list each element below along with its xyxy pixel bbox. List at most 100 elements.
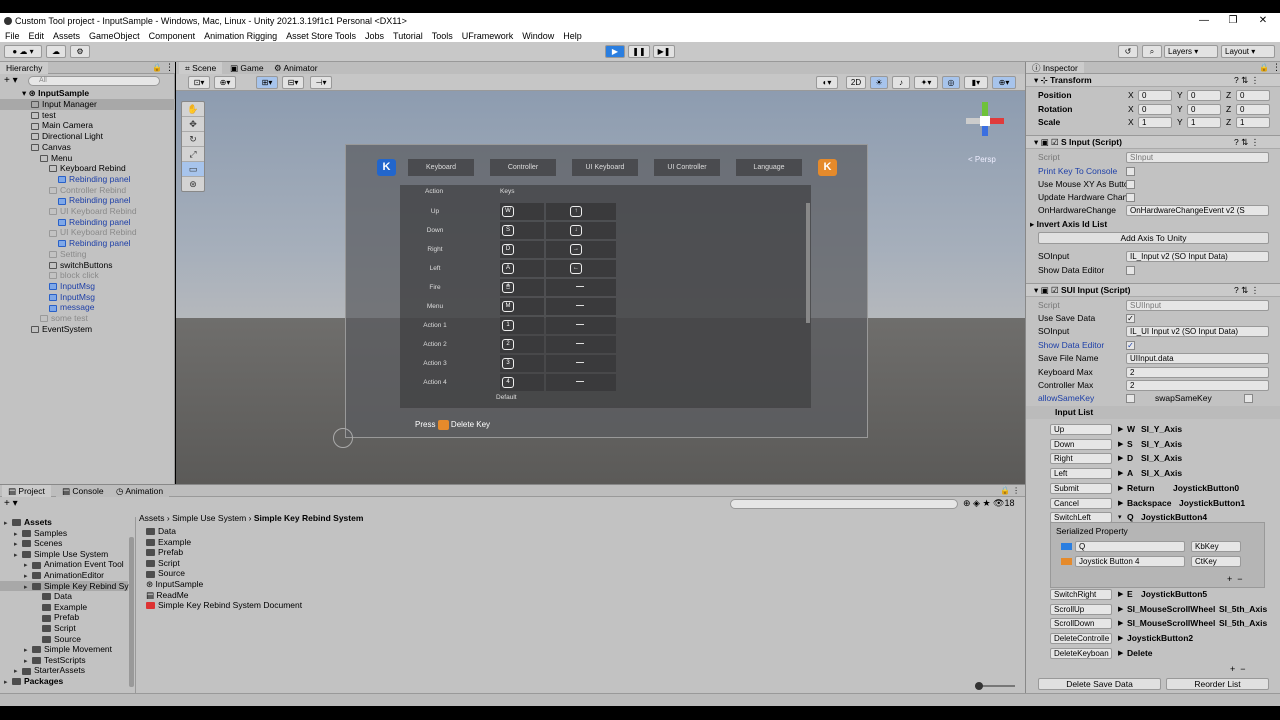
suiinput-show-editor-checkbox[interactable]: ✓ — [1126, 341, 1135, 350]
project-tree-item[interactable]: Prefab — [0, 612, 128, 623]
input-list-item[interactable]: DeleteKeyboan ▶ Delete — [1026, 647, 1280, 660]
persp-label[interactable]: < Persp — [968, 155, 996, 164]
project-file[interactable]: Source — [146, 568, 185, 579]
key2-slot[interactable]: ← — [546, 260, 616, 277]
input-list-item[interactable]: Down ▶ S SI_Y_Axis — [1026, 438, 1280, 451]
project-tree-item[interactable]: ▸ Simple Key Rebind Sys — [0, 580, 133, 592]
key2-slot[interactable]: ↓ — [546, 222, 616, 239]
print-key-checkbox[interactable] — [1126, 167, 1135, 176]
input-name-field[interactable]: DeleteKeyboan — [1050, 647, 1112, 659]
sinput-so-field[interactable]: IL_Input v2 (SO Input Data) — [1126, 251, 1269, 262]
nav-ui-controller[interactable]: UI Controller — [654, 159, 720, 176]
menu-gameobject[interactable]: GameObject — [89, 31, 140, 41]
keyboard-max-field[interactable]: 2 — [1126, 367, 1269, 378]
input-list-item[interactable]: Submit ▶ Return JoystickButton0 — [1026, 482, 1280, 495]
tab-console[interactable]: ▤ Console — [56, 485, 110, 497]
move-tool-icon[interactable]: ✥ — [182, 117, 204, 132]
nav-language[interactable]: Language — [736, 159, 802, 176]
project-tree-item[interactable]: ▸ Assets — [0, 517, 128, 528]
hierarchy-item[interactable]: Rebinding panel — [0, 238, 130, 249]
foldout-arrow-icon[interactable]: ▶ — [1118, 603, 1123, 616]
menu-tutorial[interactable]: Tutorial — [393, 31, 423, 41]
key2-slot[interactable]: ↑ — [546, 203, 616, 220]
foldout-arrow-icon[interactable]: ▶ — [1118, 617, 1123, 630]
serialized-value-dropdown[interactable]: Joystick Button 4 — [1075, 556, 1185, 567]
project-file[interactable]: Script — [146, 558, 180, 569]
project-tree-item[interactable]: ▸ StarterAssets — [0, 665, 128, 676]
scale-x-field[interactable]: 1 — [1138, 117, 1172, 128]
input-list-item[interactable]: Cancel ▶ Backspace JoystickButton1 — [1026, 497, 1280, 510]
lighting-icon[interactable]: ☀ — [870, 76, 888, 89]
camera-icon[interactable]: ▮▾ — [964, 76, 988, 89]
input-list-item[interactable]: ScrollUp ▶ SI_MouseScrollWheel SI_5th_Axis — [1026, 603, 1280, 616]
expand-arrow-icon[interactable]: ▸ — [4, 678, 12, 689]
hierarchy-item[interactable]: UI Keyboard Rebind — [0, 206, 137, 217]
input-name-field[interactable]: Cancel — [1050, 497, 1112, 509]
save-file-field[interactable]: UIInput.data — [1126, 353, 1269, 364]
project-file[interactable]: ⊛ InputSample — [146, 579, 203, 590]
hierarchy-item[interactable]: EventSystem — [0, 324, 92, 335]
hierarchy-item[interactable]: Input Manager — [0, 99, 175, 110]
collab-icon[interactable]: ⚙ — [70, 45, 90, 58]
hierarchy-item[interactable]: Rebinding panel — [0, 174, 130, 185]
hierarchy-item[interactable]: Menu — [0, 153, 72, 164]
sinput-header[interactable]: ▾ ▣ ☑ S Input (Script)? ⇅ ⋮ — [1026, 135, 1280, 149]
input-list-item[interactable]: Up ▶ W SI_Y_Axis — [1026, 423, 1280, 436]
effects-icon[interactable]: ✦▾ — [914, 76, 938, 89]
serialized-value-dropdown[interactable]: Q — [1075, 541, 1185, 552]
menu-component[interactable]: Component — [149, 31, 196, 41]
key2-slot[interactable] — [546, 374, 616, 391]
input-list-item[interactable]: Right ▶ D SI_X_Axis — [1026, 452, 1280, 465]
rotate-tool-icon[interactable]: ↻ — [182, 132, 204, 147]
input-list-item[interactable]: Left ▶ A SI_X_Axis — [1026, 467, 1280, 480]
menu-jobs[interactable]: Jobs — [365, 31, 384, 41]
project-tree-item[interactable]: ▸ Packages — [0, 676, 128, 687]
hierarchy-item[interactable]: Rebinding panel — [0, 195, 130, 206]
tab-game[interactable]: ▣ Game — [224, 62, 270, 74]
scrollbar[interactable] — [806, 203, 810, 323]
hierarchy-item[interactable]: test — [0, 110, 56, 121]
project-file[interactable]: Example — [146, 537, 191, 548]
serialized-type-dropdown[interactable]: KbKey — [1191, 541, 1241, 552]
rect-tool-icon[interactable]: ▭ — [182, 162, 204, 177]
input-name-field[interactable]: ScrollUp — [1050, 603, 1112, 615]
key1-slot[interactable]: 2 — [500, 336, 544, 353]
key1-slot[interactable]: S — [500, 222, 544, 239]
key1-slot[interactable]: 🖱 — [500, 279, 544, 296]
draw-mode-button[interactable]: ⊡▾ — [188, 76, 210, 89]
tree-scrollbar[interactable] — [129, 537, 134, 687]
key1-slot[interactable]: D — [500, 241, 544, 258]
breadcrumb-item[interactable]: Simple Key Rebind System — [254, 513, 364, 523]
key2-slot[interactable]: → — [546, 241, 616, 258]
menu-asset-store-tools[interactable]: Asset Store Tools — [286, 31, 356, 41]
menu-help[interactable]: Help — [563, 31, 582, 41]
foldout-arrow-icon[interactable]: ▶ — [1118, 632, 1123, 645]
project-file[interactable]: Prefab — [146, 547, 183, 558]
transform-header[interactable]: ▾ ⊹ Transform? ⇅ ⋮ — [1026, 73, 1280, 87]
project-tree-item[interactable]: ▸ Animation Event Tool — [0, 559, 128, 570]
account-button[interactable]: ● ☁ ▾ — [4, 45, 42, 58]
layers-dropdown[interactable]: Layers ▾ — [1164, 45, 1218, 58]
project-tree-item[interactable]: ▸ AnimationEditor — [0, 570, 128, 581]
hierarchy-item[interactable]: UI Keyboard Rebind — [0, 227, 137, 238]
default-button[interactable]: Default — [496, 394, 517, 401]
delete-save-button[interactable]: Delete Save Data — [1038, 678, 1161, 690]
orientation-gizmo[interactable] — [966, 102, 1006, 142]
tab-project[interactable]: ▤ Project — [2, 485, 51, 497]
foldout-arrow-icon[interactable]: ▶ — [1118, 647, 1123, 660]
cloud-icon[interactable]: ☁ — [46, 45, 66, 58]
step-button[interactable]: ▶❚ — [653, 45, 675, 58]
menu-assets[interactable]: Assets — [53, 31, 80, 41]
tab-animator[interactable]: ⚙ Animator — [268, 62, 324, 74]
sinput-show-editor-checkbox[interactable] — [1126, 266, 1135, 275]
gizmos-icon[interactable]: ⊕▾ — [992, 76, 1016, 89]
project-tree-item[interactable]: ▸ Simple Use System — [0, 549, 128, 560]
serialized-type-dropdown[interactable]: CtKey — [1191, 556, 1241, 567]
tab-scene[interactable]: ⌗ Scene — [179, 62, 223, 74]
2d-toggle[interactable]: 2D — [846, 76, 866, 89]
key2-slot[interactable] — [546, 355, 616, 372]
project-file[interactable]: Data — [146, 526, 176, 537]
hierarchy-item[interactable]: Main Camera — [0, 120, 93, 131]
input-name-field[interactable]: SwitchRight — [1050, 589, 1112, 600]
hierarchy-item[interactable]: switchButtons — [0, 260, 112, 271]
